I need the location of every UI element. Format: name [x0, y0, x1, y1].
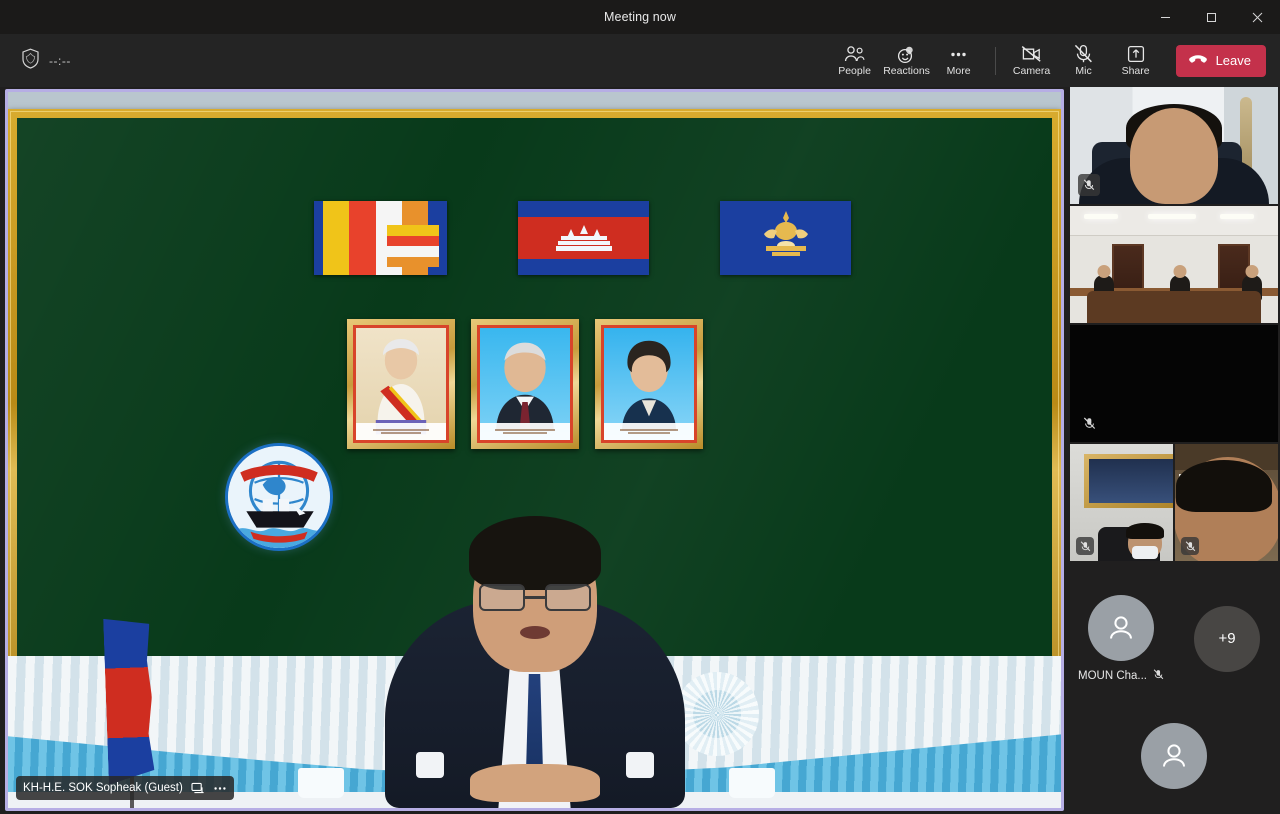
- speaker-glasses: [478, 584, 591, 611]
- avatar: [1141, 722, 1207, 789]
- speaker-figure: [370, 508, 700, 808]
- speaker-mouth: [519, 626, 550, 639]
- pin-share-icon[interactable]: [191, 782, 205, 795]
- angkor-wat-symbol: [555, 224, 612, 251]
- office-scene: [1070, 87, 1278, 204]
- meeting-timer: --:--: [49, 53, 71, 68]
- cambodia-flag: [518, 201, 649, 275]
- mic-button[interactable]: Mic: [1058, 37, 1110, 85]
- roster-overflow-tile[interactable]: +9: [1174, 605, 1280, 672]
- main-tile-name-pill: KH-H.E. SOK Sopheak (Guest): [16, 776, 234, 800]
- roster-avatar-row: MOUN Cha... +9: [1068, 580, 1280, 697]
- window-controls: [1142, 0, 1280, 34]
- speaker-cuff-left: [415, 752, 444, 778]
- share-tray-icon: [1126, 44, 1146, 64]
- water-cup-left: [298, 768, 344, 798]
- king-father-portrait: [471, 319, 579, 449]
- roster-tile-conference-room[interactable]: [1070, 206, 1278, 323]
- leave-label: Leave: [1215, 53, 1251, 68]
- main-tile-name-label: KH-H.E. SOK Sopheak (Guest): [23, 782, 183, 794]
- buddhist-flag: [314, 201, 447, 275]
- share-button[interactable]: Share: [1110, 37, 1162, 85]
- meeting-toolbar: --:-- People Reactions More Camera Mic S…: [0, 34, 1280, 87]
- toolbar-divider: [994, 46, 996, 75]
- mute-badge: [1076, 537, 1094, 555]
- roster-avatar-tile[interactable]: MOUN Cha...: [1068, 594, 1174, 683]
- camera-label: Camera: [1012, 65, 1051, 77]
- roster-extra-avatar-tile[interactable]: [1068, 697, 1280, 814]
- person-icon: [1110, 615, 1132, 639]
- king-portrait: [347, 319, 455, 449]
- more-ellipsis-icon: [948, 44, 969, 64]
- queen-mother-portrait: [595, 319, 703, 449]
- speaker-hair: [468, 516, 601, 590]
- main-video-feed: [8, 92, 1061, 808]
- hangup-icon: [1188, 52, 1208, 69]
- main-tile-more-icon[interactable]: [213, 782, 227, 795]
- roster-avatar-name-row: MOUN Cha...: [1077, 668, 1164, 683]
- main-video-tile[interactable]: KH-H.E. SOK Sopheak (Guest): [5, 89, 1064, 811]
- mute-badge: [1078, 412, 1100, 434]
- camera-off-icon: [1020, 44, 1044, 64]
- people-button[interactable]: People: [829, 37, 881, 85]
- overflow-count-badge: +9: [1194, 605, 1260, 672]
- mic-label: Mic: [1075, 65, 1092, 77]
- speaker-cuff-right: [625, 752, 654, 778]
- conference-room-scene: [1070, 206, 1278, 323]
- more-button[interactable]: More: [933, 37, 985, 85]
- share-label: Share: [1121, 65, 1150, 77]
- speaker-hands: [469, 764, 600, 802]
- mute-badge: [1078, 174, 1100, 196]
- avatar: [1088, 594, 1154, 661]
- leave-button[interactable]: Leave: [1175, 44, 1266, 77]
- reactions-icon: [896, 44, 917, 64]
- roster-tile-framed-photo[interactable]: [1070, 444, 1173, 561]
- teams-meeting-window: Meeting now --:-- People Reactions More …: [0, 0, 1280, 814]
- mute-badge: [1181, 537, 1199, 555]
- window-title: Meeting now: [604, 10, 676, 24]
- shield-icon: [21, 48, 40, 74]
- maximize-button[interactable]: [1188, 0, 1234, 34]
- people-label: People: [838, 65, 871, 77]
- title-bar: Meeting now: [0, 0, 1280, 34]
- water-cup-right: [729, 768, 775, 798]
- roster-tile-closeup[interactable]: [1175, 444, 1278, 561]
- meeting-stage: KH-H.E. SOK Sopheak (Guest): [0, 87, 1068, 814]
- mute-badge: [1153, 668, 1164, 683]
- roster-tile-camera-off[interactable]: [1070, 325, 1278, 442]
- flags-row: [314, 201, 851, 275]
- toolbar-right-group: People Reactions More Camera Mic Share L…: [829, 37, 1280, 85]
- toolbar-left-group: --:--: [0, 48, 71, 74]
- more-label: More: [946, 65, 971, 77]
- minimize-button[interactable]: [1142, 0, 1188, 34]
- maritime-ship-emblem: [225, 443, 333, 551]
- cambodia-table-flag: [103, 617, 155, 785]
- participant-roster: MOUN Cha... +9: [1068, 87, 1280, 814]
- camera-button[interactable]: Camera: [1006, 37, 1058, 85]
- royal-portraits-row: [347, 319, 703, 449]
- mic-off-icon: [1073, 44, 1094, 64]
- royal-emblem-icon: [763, 211, 808, 256]
- roster-avatar-name: MOUN Cha...: [1077, 669, 1147, 682]
- close-button[interactable]: [1234, 0, 1280, 34]
- roster-tile-office[interactable]: [1070, 87, 1278, 204]
- person-icon: [1163, 743, 1185, 767]
- reactions-button[interactable]: Reactions: [881, 37, 933, 85]
- reactions-label: Reactions: [883, 65, 930, 77]
- people-icon: [844, 44, 865, 64]
- royal-standard-flag: [720, 201, 851, 275]
